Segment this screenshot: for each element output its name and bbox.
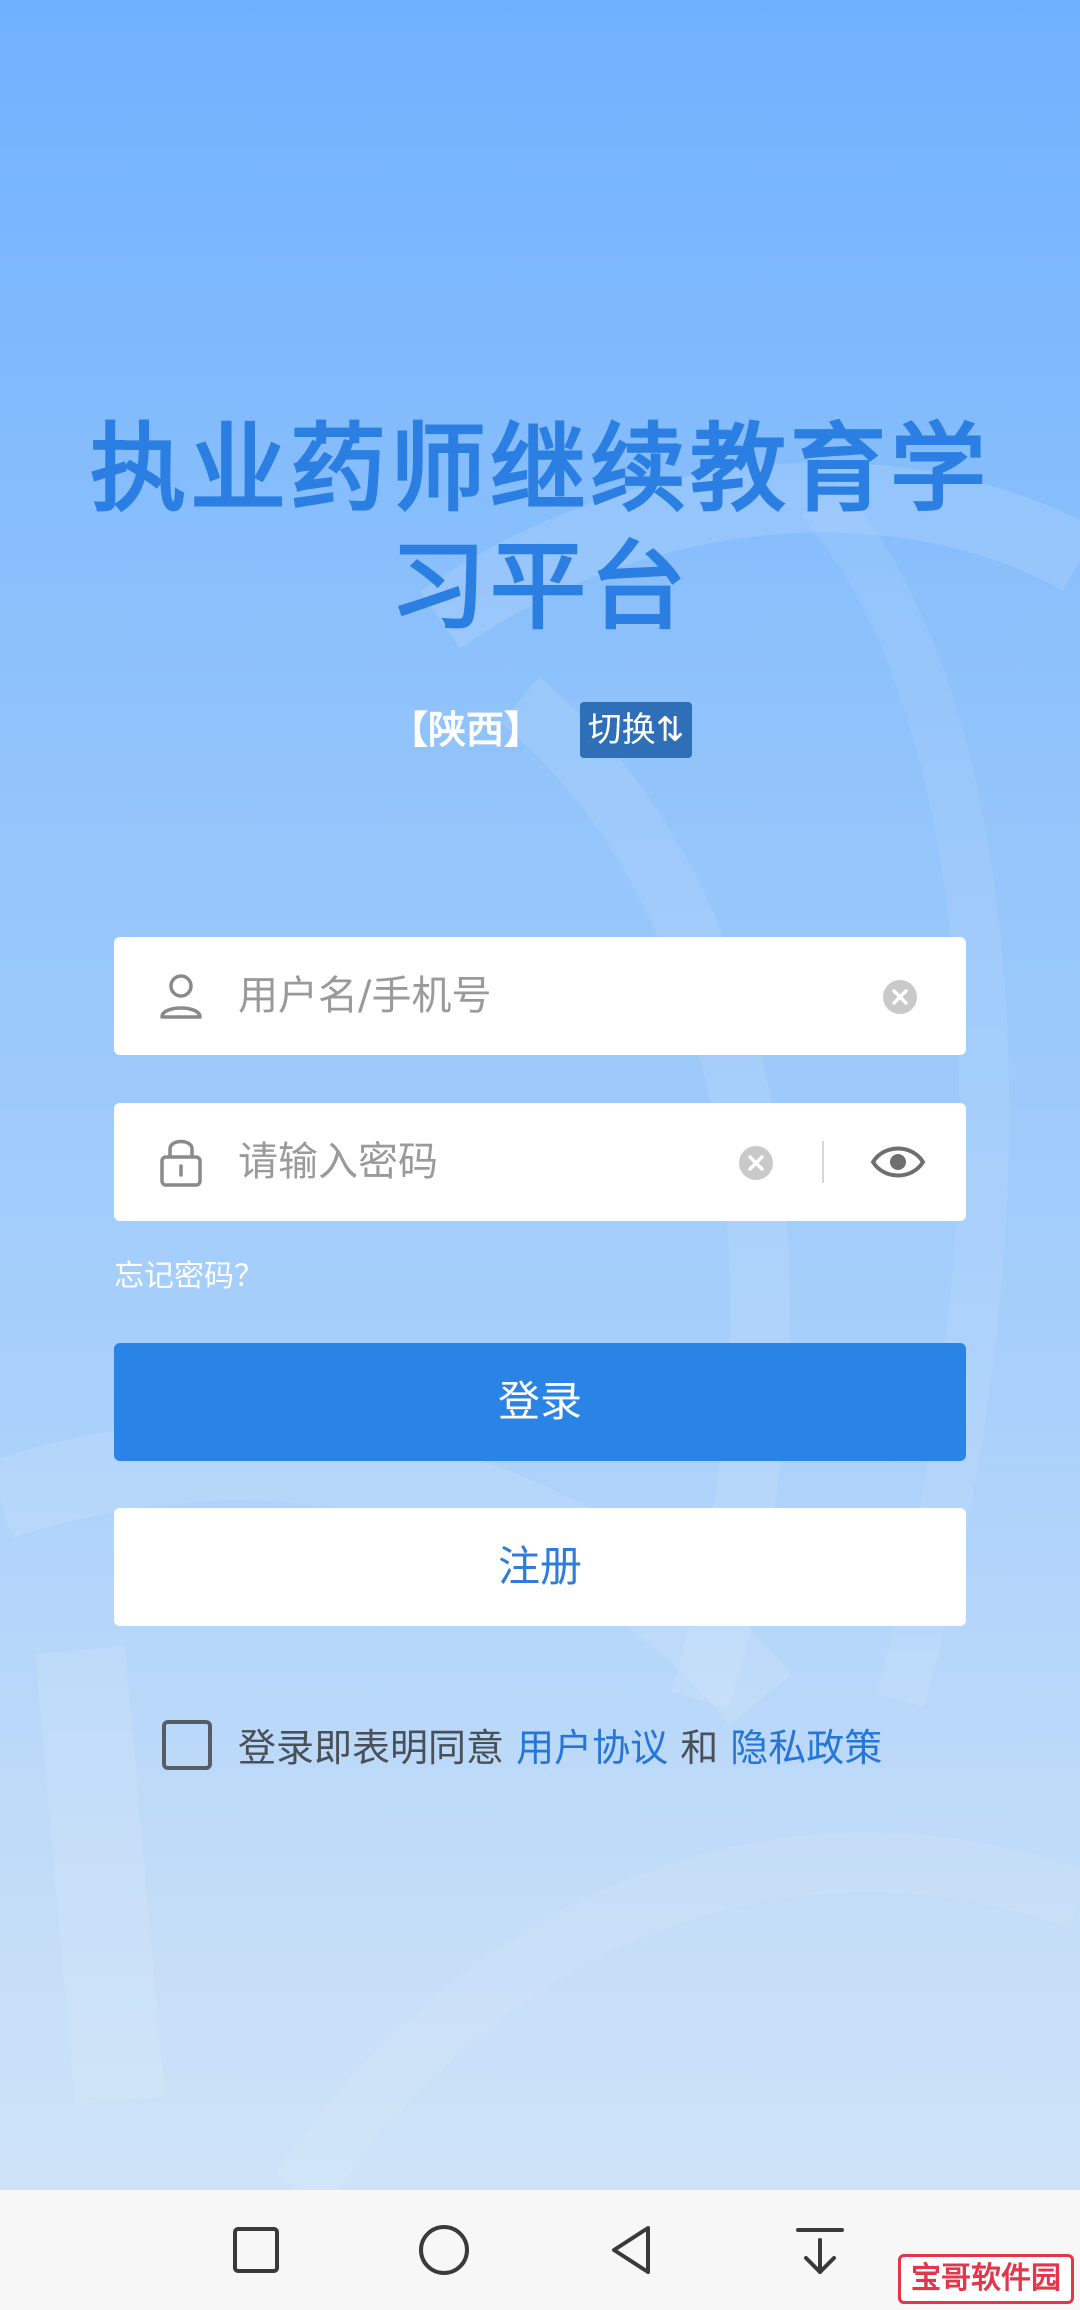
- watermark-logo: 宝哥软件园: [898, 2254, 1074, 2304]
- eye-icon[interactable]: [870, 1142, 926, 1182]
- background-decoration: [0, 462, 1080, 2190]
- clear-username-icon[interactable]: [882, 979, 918, 1015]
- region-selector: 【陕西】 切换⇅: [0, 700, 1080, 760]
- agreement-and: 和: [668, 1726, 731, 1770]
- password-field[interactable]: [114, 1103, 966, 1221]
- login-button[interactable]: 登录: [114, 1343, 966, 1461]
- clear-password-icon[interactable]: [738, 1145, 774, 1181]
- forgot-password-link[interactable]: 忘记密码？: [114, 1255, 264, 1299]
- field-divider: [822, 1141, 824, 1183]
- agreement-checkbox[interactable]: [162, 1720, 212, 1770]
- lock-icon: [160, 1139, 202, 1187]
- home-icon[interactable]: [414, 2220, 474, 2280]
- agreement-text: 登录即表明同意 用户协议 和 隐私政策: [238, 1720, 882, 1776]
- password-input[interactable]: [238, 1103, 698, 1221]
- user-agreement-link[interactable]: 用户协议: [516, 1726, 668, 1770]
- register-button[interactable]: 注册: [114, 1508, 966, 1626]
- user-icon: [160, 974, 202, 1019]
- title-line-2: 习平台: [390, 531, 690, 643]
- privacy-policy-link[interactable]: 隐私政策: [730, 1726, 882, 1770]
- title-line-1: 执业药师继续教育学: [90, 413, 990, 525]
- notification-pull-icon[interactable]: [790, 2220, 850, 2280]
- recent-apps-icon[interactable]: [226, 2220, 286, 2280]
- page-title: 执业药师继续教育学 习平台: [90, 410, 990, 646]
- switch-region-button[interactable]: 切换⇅: [580, 702, 692, 758]
- system-navigation-bar: 宝哥软件园: [0, 2190, 1080, 2310]
- username-input[interactable]: [238, 937, 838, 1055]
- region-label: 【陕西】: [390, 708, 543, 752]
- back-icon[interactable]: [602, 2220, 662, 2280]
- username-field[interactable]: [114, 937, 966, 1055]
- agreement-prefix: 登录即表明同意: [238, 1726, 517, 1770]
